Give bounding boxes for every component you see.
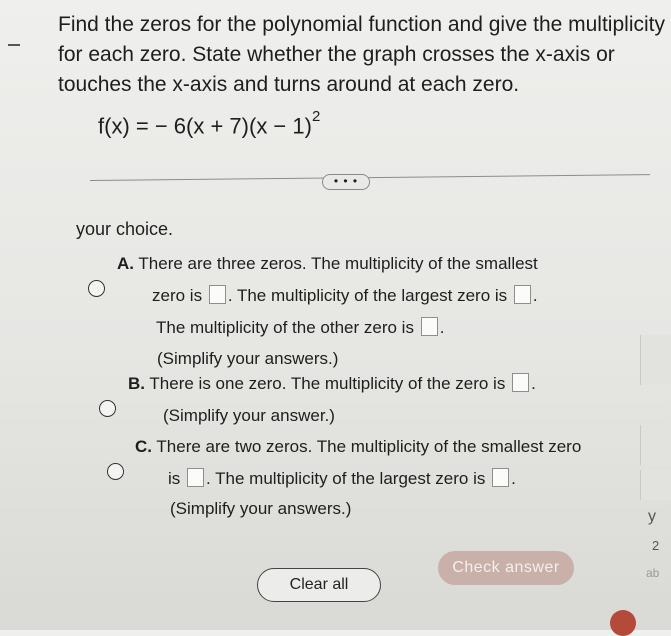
option-a-text-3b: . [439,318,445,337]
option-c-text-2a: is [168,469,181,488]
option-a-text-2a: zero is [152,286,203,305]
option-c-radio[interactable] [107,463,124,480]
function-formula: f(x) = − 6(x + 7)(x − 1)2 [98,108,320,139]
side-panel-fragment [640,470,671,500]
margin-glyph-2: 2 [652,538,660,553]
formula-exponent: 2 [311,108,321,125]
option-a-line-3: The multiplicity of the other zero is . [156,311,444,345]
option-a-text-1: There are three zeros. The multiplicity … [138,254,538,273]
option-c-text-2c: . [511,469,516,488]
option-b-text-1a: There is one zero. The multiplicity of t… [149,374,506,393]
option-a-text-3a: The multiplicity of the other zero is [156,318,414,337]
answer-box-single-zero[interactable] [512,373,530,392]
clear-all-button[interactable]: Clear all [257,568,381,602]
option-b-line-1: B. There is one zero. The multiplicity o… [128,367,536,401]
margin-dash [8,44,20,46]
option-c-text-2b: . The multiplicity of the largest zero i… [206,469,486,488]
option-a-line-2: zero is . The multiplicity of the larges… [152,279,538,313]
section-divider [89,174,650,181]
option-b-text-1b: . [531,374,536,393]
question-line-2: for each zero. State whether the graph c… [58,43,615,66]
question-text: Find the zeros for the polynomial functi… [58,10,665,100]
answer-box-smallest-zero[interactable] [208,285,226,304]
formula-base: f(x) = − 6(x + 7)(x − 1) [98,113,312,139]
answer-box-other-zero[interactable] [420,317,438,336]
margin-glyph-1: y [648,508,656,525]
margin-glyph-3: ab [646,566,660,580]
side-panel-fragment [640,425,671,465]
question-line-3: touches the x-axis and turns around at e… [58,73,520,96]
option-a-text-2c: . [532,286,538,305]
option-b-letter: B. [128,374,145,393]
option-a-line-1: A. There are three zeros. The multiplici… [117,247,538,281]
choice-prompt: your choice. [76,219,174,239]
option-c-line-3: (Simplify your answers.) [170,499,352,518]
option-a-letter: A. [117,254,134,273]
option-c-letter: C. [135,437,152,456]
option-c-line-1: C. There are two zeros. The multiplicity… [135,430,581,464]
option-c-line-2: is . The multiplicity of the largest zer… [168,462,516,496]
question-line-1: Find the zeros for the polynomial functi… [58,13,665,36]
option-b-radio[interactable] [99,400,116,417]
answer-box-smallest-of-two[interactable] [187,468,205,487]
option-a-text-2b: . The multiplicity of the largest zero i… [227,286,508,305]
answer-box-largest-of-two[interactable] [492,468,510,487]
option-b-line-2: (Simplify your answer.) [163,406,335,425]
corner-decoration [610,610,636,636]
side-panel-fragment [640,335,671,385]
answer-box-largest-zero[interactable] [513,285,531,304]
check-answer-button[interactable]: Check answer [438,551,574,585]
option-a-radio[interactable] [88,280,105,297]
expand-more-button[interactable]: • • • [322,174,370,190]
option-c-text-1: There are two zeros. The multiplicity of… [156,437,582,456]
